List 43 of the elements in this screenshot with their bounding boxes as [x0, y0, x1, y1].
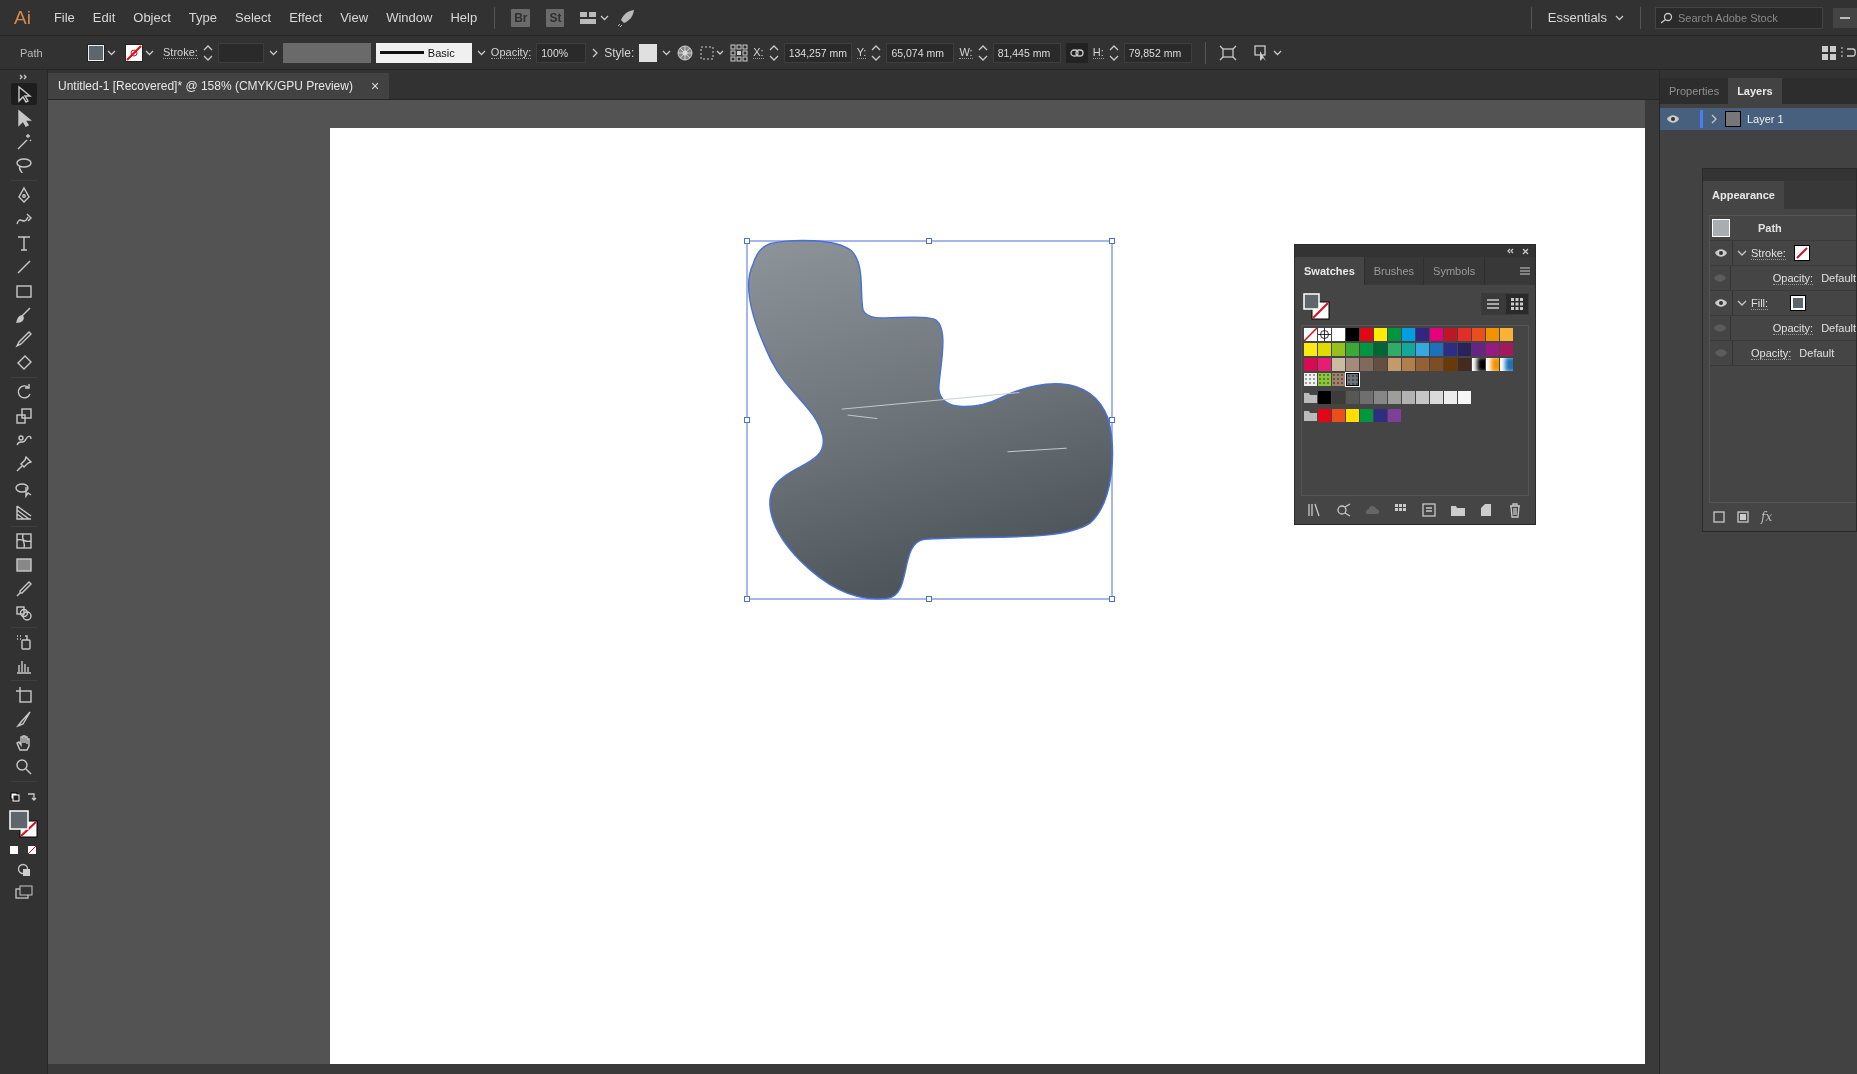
- coordinate-field[interactable]: 81,445 mm: [992, 42, 1061, 63]
- menu-item[interactable]: File: [44, 6, 84, 29]
- menu-item[interactable]: Edit: [83, 6, 125, 29]
- opacity-value: Default: [1821, 322, 1856, 334]
- menu-item[interactable]: Help: [441, 6, 487, 29]
- coordinate-label: W:: [959, 46, 973, 59]
- panel-tab[interactable]: Swatches: [1295, 257, 1365, 285]
- menu-item[interactable]: Window: [377, 6, 442, 29]
- coordinate-label: X:: [753, 46, 764, 59]
- coordinate-field[interactable]: 134,257 mm: [783, 42, 852, 63]
- workspace-switcher[interactable]: Essentials: [1539, 6, 1632, 29]
- opacity-link[interactable]: Opacity:: [1772, 271, 1814, 285]
- menu-item[interactable]: Select: [226, 6, 281, 29]
- coordinate-field[interactable]: 79,852 mm: [1123, 42, 1192, 63]
- panel-tab[interactable]: Appearance: [1703, 181, 1784, 209]
- stroke-link[interactable]: Stroke:: [163, 46, 198, 59]
- opacity-value: Default: [1821, 272, 1856, 284]
- layer-row[interactable]: Layer 1: [1660, 108, 1857, 130]
- selection-type-label: Path: [19, 46, 44, 59]
- layer-name: Layer 1: [1747, 113, 1784, 125]
- opacity-value: Default: [1799, 347, 1835, 359]
- menu-item[interactable]: View: [331, 6, 378, 29]
- panel-tab[interactable]: Layers: [1728, 78, 1782, 104]
- coordinate-label: Y:: [856, 46, 867, 59]
- brush-dropdown[interactable]: Basic: [375, 42, 472, 63]
- app-logo: Ai: [13, 6, 32, 29]
- style-label: Style:: [604, 45, 635, 60]
- effects-button[interactable]: fx: [1761, 510, 1773, 524]
- close-tab-button[interactable]: ×: [370, 78, 380, 94]
- menu-item[interactable]: Type: [179, 6, 227, 29]
- document-tab[interactable]: Untitled-1 [Recovered]* @ 158% (CMYK/GPU Preview) ×: [48, 73, 390, 99]
- opacity-link[interactable]: Opacity:: [1751, 346, 1792, 360]
- opacity-field[interactable]: 100%: [536, 42, 587, 63]
- opacity-link[interactable]: Opacity:: [1772, 321, 1814, 335]
- fill-link[interactable]: Fill:: [1751, 296, 1769, 310]
- search-field[interactable]: Search Adobe Stock: [1655, 6, 1823, 29]
- object-type-label: Path: [1758, 222, 1782, 234]
- menu-item[interactable]: Object: [124, 6, 180, 29]
- stroke-link[interactable]: Stroke:: [1751, 246, 1786, 260]
- coordinate-field[interactable]: 65,074 mm: [886, 42, 955, 63]
- menu-item[interactable]: Effect: [280, 6, 332, 29]
- opacity-link[interactable]: Opacity:: [490, 46, 532, 59]
- coordinate-label: H:: [1092, 46, 1104, 59]
